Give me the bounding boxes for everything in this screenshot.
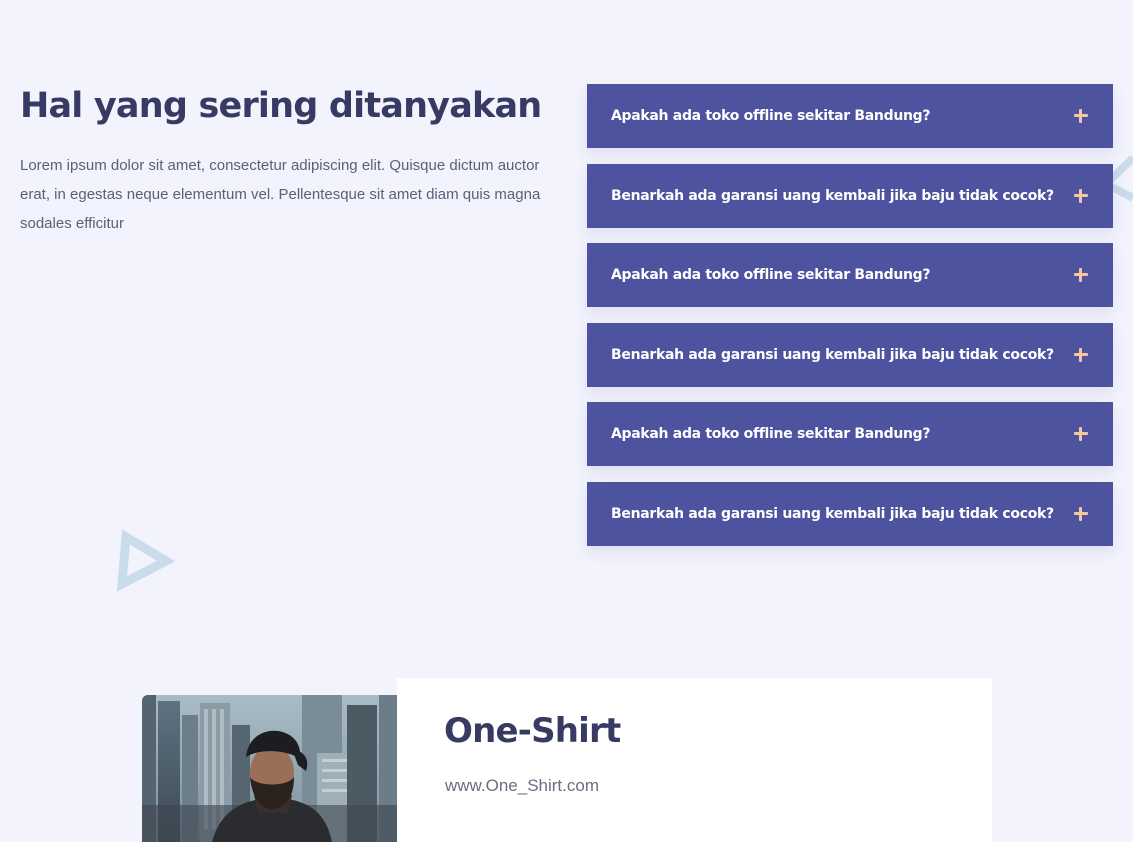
plus-icon[interactable] (1072, 107, 1090, 125)
product-photo (142, 695, 397, 842)
faq-question: Apakah ada toko offline sekitar Bandung? (611, 426, 931, 443)
faq-item[interactable]: Apakah ada toko offline sekitar Bandung? (587, 402, 1113, 467)
product-url[interactable]: www.One_Shirt.com (445, 776, 599, 796)
plus-icon[interactable] (1072, 425, 1090, 443)
faq-item[interactable]: Apakah ada toko offline sekitar Bandung? (587, 84, 1113, 148)
faq-item[interactable]: Benarkah ada garansi uang kembali jika b… (587, 481, 1113, 546)
faq-item[interactable]: Benarkah ada garansi uang kembali jika b… (587, 322, 1113, 387)
faq-title: Hal yang sering ditanyakan (20, 86, 542, 126)
product-name: One-Shirt (444, 711, 621, 751)
plus-icon[interactable] (1072, 505, 1090, 523)
plus-icon[interactable] (1072, 346, 1090, 364)
faq-question: Apakah ada toko offline sekitar Bandung? (611, 267, 931, 284)
faq-accordion: Apakah ada toko offline sekitar Bandung?… (587, 84, 1113, 562)
plus-icon[interactable] (1072, 266, 1090, 284)
faq-question: Benarkah ada garansi uang kembali jika b… (611, 187, 1054, 204)
product-card: One-Shirt www.One_Shirt.com (397, 678, 992, 842)
triangle-outline-icon (116, 529, 176, 592)
faq-question: Apakah ada toko offline sekitar Bandung? (611, 108, 931, 124)
man-with-cap-photo (142, 695, 397, 842)
faq-question: Benarkah ada garansi uang kembali jika b… (611, 505, 1054, 522)
faq-question: Benarkah ada garansi uang kembali jika b… (611, 346, 1054, 363)
faq-description: Lorem ipsum dolor sit amet, consectetur … (20, 157, 541, 232)
faq-item[interactable]: Benarkah ada garansi uang kembali jika b… (587, 163, 1113, 228)
faq-item[interactable]: Apakah ada toko offline sekitar Bandung? (587, 243, 1113, 308)
plus-icon[interactable] (1072, 187, 1090, 205)
